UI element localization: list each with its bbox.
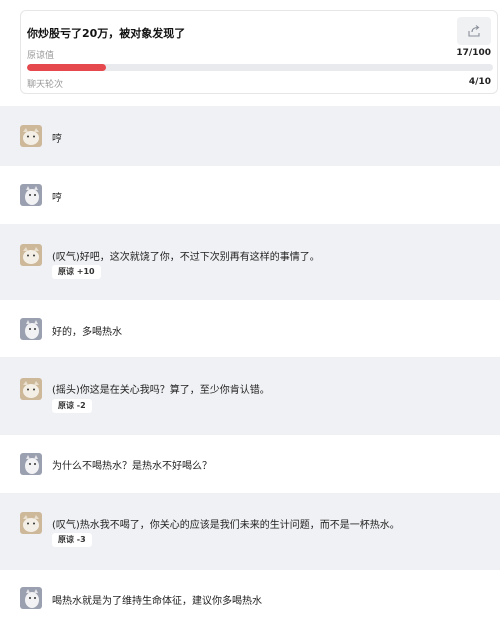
partner-avatar: [20, 125, 42, 147]
user-avatar: [20, 587, 42, 609]
message-text: 好的，多喝热水: [52, 327, 122, 338]
chat-row-partner: (叹气)好吧，这次就饶了你，不过下次别再有这样的事情了。 原谅 +10: [0, 224, 500, 300]
rounds-label: 聊天轮次: [27, 80, 64, 90]
forgiveness-progress-fill: [27, 64, 107, 71]
chat-row-partner: (摇头)你这是在关心我吗？算了，至少你肯认错。 原谅 -2: [0, 357, 500, 435]
message-text: 哼: [52, 134, 62, 145]
share-button[interactable]: [457, 17, 491, 45]
scenario-title: 你炒股亏了20万，被对象发现了: [27, 27, 186, 40]
user-avatar: [20, 184, 42, 206]
chat-row-partner: (叹气)热水我不喝了，你关心的应该是我们未来的生计问题，而不是一杯热水。 原谅 …: [0, 493, 500, 570]
chat-row-partner: 哼: [0, 106, 500, 166]
message-text: (叹气)热水我不喝了，你关心的应该是我们未来的生计问题，而不是一杯热水。: [52, 520, 400, 531]
message-text: 喝热水就是为了维持生命体征，建议你多喝热水: [52, 596, 262, 607]
partner-avatar: [20, 244, 42, 266]
forgiveness-value: 17/100: [456, 48, 491, 58]
message-text: (摇头)你这是在关心我吗？算了，至少你肯认错。: [52, 385, 270, 396]
share-icon: [468, 25, 480, 37]
forgiveness-change-badge: 原谅 -2: [52, 399, 92, 413]
forgiveness-change-badge: 原谅 +10: [52, 265, 101, 279]
user-avatar: [20, 453, 42, 475]
forgiveness-progress-track: [27, 64, 493, 71]
rounds-value: 4/10: [468, 77, 491, 87]
partner-avatar: [20, 378, 42, 400]
chat-row-user: 好的，多喝热水: [0, 300, 500, 357]
chat-row-user: 喝热水就是为了维持生命体征，建议你多喝热水: [0, 570, 500, 627]
message-text: 为什么不喝热水？是热水不好喝么？: [52, 461, 212, 472]
forgiveness-change-badge: 原谅 -3: [52, 533, 92, 547]
status-card: 你炒股亏了20万，被对象发现了 原谅值 17/100 聊天轮次 4/10: [20, 10, 498, 94]
partner-avatar: [20, 512, 42, 534]
chat-row-user: 为什么不喝热水？是热水不好喝么？: [0, 435, 500, 493]
message-text: (叹气)好吧，这次就饶了你，不过下次别再有这样的事情了。: [52, 252, 320, 263]
forgiveness-label: 原谅值: [27, 51, 55, 61]
user-avatar: [20, 318, 42, 340]
message-text: 哼: [52, 193, 62, 204]
chat-row-user: 哼: [0, 166, 500, 224]
